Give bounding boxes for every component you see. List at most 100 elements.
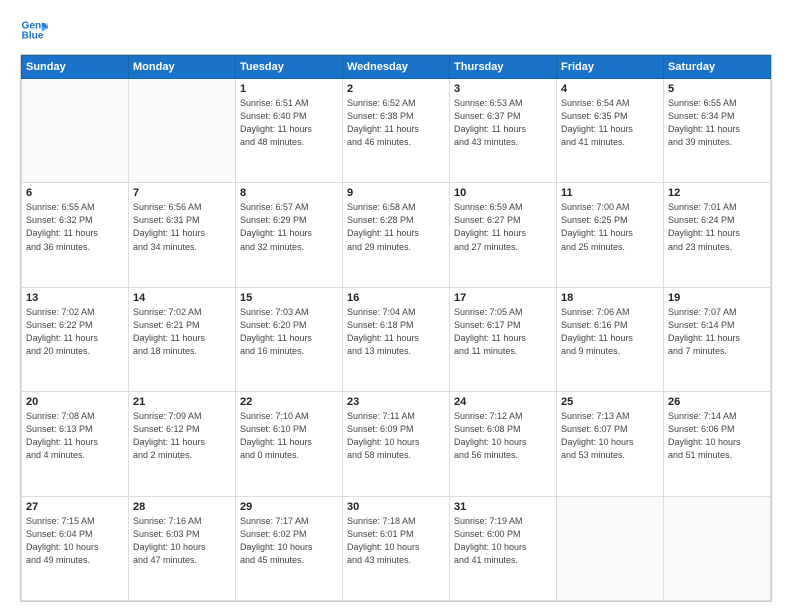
day-info: Sunrise: 6:55 AM Sunset: 6:34 PM Dayligh… <box>668 97 766 149</box>
day-number: 8 <box>240 187 338 199</box>
day-number: 18 <box>561 292 659 304</box>
calendar-cell: 21Sunrise: 7:09 AM Sunset: 6:12 PM Dayli… <box>129 392 236 496</box>
day-number: 31 <box>454 501 552 513</box>
day-number: 4 <box>561 83 659 95</box>
calendar-cell: 22 Sunrise: 7:10 AM Sunset: 6:10 PM Dayli… <box>236 392 343 496</box>
day-info: Sunrise: 7:03 AM Sunset: 6:20 PM Dayligh… <box>240 306 338 358</box>
day-info: Sunrise: 7:17 AM Sunset: 6:02 PM Dayligh… <box>240 515 338 567</box>
day-number: 24 <box>454 396 552 408</box>
day-number: 10 <box>454 187 552 199</box>
day-number: 15 <box>240 292 338 304</box>
day-info: Sunrise: 7:10 AM Sunset: 6:10 PM Dayligh… <box>240 410 338 462</box>
calendar-cell: 26 Sunrise: 7:14 AM Sunset: 6:06 PM Dayli… <box>664 392 771 496</box>
day-number: 30 <box>347 501 445 513</box>
day-number: 1 <box>240 83 338 95</box>
calendar-cell: 15 Sunrise: 7:03 AM Sunset: 6:20 PM Dayli… <box>236 287 343 391</box>
calendar-cell: 28 Sunrise: 7:16 AM Sunset: 6:03 PM Dayli… <box>129 496 236 600</box>
calendar-cell: 31Sunrise: 7:19 AM Sunset: 6:00 PM Dayli… <box>450 496 557 600</box>
calendar-cell: 25Sunrise: 7:13 AM Sunset: 6:07 PM Dayli… <box>557 392 664 496</box>
day-info: Sunrise: 7:16 AM Sunset: 6:03 PM Dayligh… <box>133 515 231 567</box>
calendar-cell: 20 Sunrise: 7:08 AM Sunset: 6:13 PM Dayli… <box>22 392 129 496</box>
day-number: 14 <box>133 292 231 304</box>
calendar-cell: 5 Sunrise: 6:55 AM Sunset: 6:34 PM Daylig… <box>664 79 771 183</box>
day-info: Sunrise: 7:01 AM Sunset: 6:24 PM Dayligh… <box>668 201 766 253</box>
weekday-header-saturday: Saturday <box>664 56 771 79</box>
day-info: Sunrise: 6:58 AM Sunset: 6:28 PM Dayligh… <box>347 201 445 253</box>
calendar-cell <box>22 79 129 183</box>
weekday-header-friday: Friday <box>557 56 664 79</box>
day-info: Sunrise: 6:59 AM Sunset: 6:27 PM Dayligh… <box>454 201 552 253</box>
calendar-week-4: 20 Sunrise: 7:08 AM Sunset: 6:13 PM Dayli… <box>22 392 771 496</box>
calendar-cell: 6 Sunrise: 6:55 AM Sunset: 6:32 PM Daylig… <box>22 183 129 287</box>
weekday-header-monday: Monday <box>129 56 236 79</box>
calendar-cell: 30 Sunrise: 7:18 AM Sunset: 6:01 PM Dayli… <box>343 496 450 600</box>
calendar-cell: 4 Sunrise: 6:54 AM Sunset: 6:35 PM Daylig… <box>557 79 664 183</box>
calendar-cell: 9Sunrise: 6:58 AM Sunset: 6:28 PM Daylig… <box>343 183 450 287</box>
calendar-cell: 3 Sunrise: 6:53 AM Sunset: 6:37 PM Daylig… <box>450 79 557 183</box>
day-info: Sunrise: 7:08 AM Sunset: 6:13 PM Dayligh… <box>26 410 124 462</box>
day-info: Sunrise: 7:15 AM Sunset: 6:04 PM Dayligh… <box>26 515 124 567</box>
day-info: Sunrise: 7:02 AM Sunset: 6:22 PM Dayligh… <box>26 306 124 358</box>
calendar-cell: 11 Sunrise: 7:00 AM Sunset: 6:25 PM Dayli… <box>557 183 664 287</box>
day-info: Sunrise: 7:06 AM Sunset: 6:16 PM Dayligh… <box>561 306 659 358</box>
calendar-cell: 8 Sunrise: 6:57 AM Sunset: 6:29 PM Daylig… <box>236 183 343 287</box>
day-number: 16 <box>347 292 445 304</box>
calendar-week-2: 6 Sunrise: 6:55 AM Sunset: 6:32 PM Daylig… <box>22 183 771 287</box>
day-info: Sunrise: 6:54 AM Sunset: 6:35 PM Dayligh… <box>561 97 659 149</box>
day-info: Sunrise: 7:12 AM Sunset: 6:08 PM Dayligh… <box>454 410 552 462</box>
day-info: Sunrise: 6:52 AM Sunset: 6:38 PM Dayligh… <box>347 97 445 149</box>
day-number: 27 <box>26 501 124 513</box>
day-info: Sunrise: 7:14 AM Sunset: 6:06 PM Dayligh… <box>668 410 766 462</box>
calendar-week-1: 1 Sunrise: 6:51 AM Sunset: 6:40 PM Daylig… <box>22 79 771 183</box>
day-info: Sunrise: 7:11 AM Sunset: 6:09 PM Dayligh… <box>347 410 445 462</box>
day-number: 6 <box>26 187 124 199</box>
calendar-cell: 14 Sunrise: 7:02 AM Sunset: 6:21 PM Dayli… <box>129 287 236 391</box>
day-number: 26 <box>668 396 766 408</box>
calendar-cell: 27 Sunrise: 7:15 AM Sunset: 6:04 PM Dayli… <box>22 496 129 600</box>
day-info: Sunrise: 6:51 AM Sunset: 6:40 PM Dayligh… <box>240 97 338 149</box>
calendar-cell: 2 Sunrise: 6:52 AM Sunset: 6:38 PM Daylig… <box>343 79 450 183</box>
day-number: 28 <box>133 501 231 513</box>
day-number: 21 <box>133 396 231 408</box>
day-number: 2 <box>347 83 445 95</box>
day-info: Sunrise: 7:02 AM Sunset: 6:21 PM Dayligh… <box>133 306 231 358</box>
calendar-cell: 29 Sunrise: 7:17 AM Sunset: 6:02 PM Dayli… <box>236 496 343 600</box>
weekday-header-thursday: Thursday <box>450 56 557 79</box>
day-number: 23 <box>347 396 445 408</box>
day-info: Sunrise: 6:53 AM Sunset: 6:37 PM Dayligh… <box>454 97 552 149</box>
day-number: 29 <box>240 501 338 513</box>
calendar-cell: 10 Sunrise: 6:59 AM Sunset: 6:27 PM Dayli… <box>450 183 557 287</box>
calendar: SundayMondayTuesdayWednesdayThursdayFrid… <box>20 54 772 602</box>
day-number: 3 <box>454 83 552 95</box>
day-info: Sunrise: 7:00 AM Sunset: 6:25 PM Dayligh… <box>561 201 659 253</box>
day-number: 7 <box>133 187 231 199</box>
day-info: Sunrise: 7:18 AM Sunset: 6:01 PM Dayligh… <box>347 515 445 567</box>
day-number: 20 <box>26 396 124 408</box>
day-number: 25 <box>561 396 659 408</box>
day-number: 13 <box>26 292 124 304</box>
calendar-cell: 18 Sunrise: 7:06 AM Sunset: 6:16 PM Dayli… <box>557 287 664 391</box>
logo-icon: General Blue <box>20 16 48 44</box>
day-info: Sunrise: 6:56 AM Sunset: 6:31 PM Dayligh… <box>133 201 231 253</box>
day-info: Sunrise: 6:55 AM Sunset: 6:32 PM Dayligh… <box>26 201 124 253</box>
calendar-week-5: 27 Sunrise: 7:15 AM Sunset: 6:04 PM Dayli… <box>22 496 771 600</box>
day-info: Sunrise: 6:57 AM Sunset: 6:29 PM Dayligh… <box>240 201 338 253</box>
day-number: 17 <box>454 292 552 304</box>
calendar-week-3: 13 Sunrise: 7:02 AM Sunset: 6:22 PM Dayli… <box>22 287 771 391</box>
weekday-header-wednesday: Wednesday <box>343 56 450 79</box>
day-number: 22 <box>240 396 338 408</box>
day-number: 19 <box>668 292 766 304</box>
page: General Blue SundayMondayTuesdayWednesda… <box>0 0 792 612</box>
calendar-cell <box>664 496 771 600</box>
weekday-header-sunday: Sunday <box>22 56 129 79</box>
calendar-cell: 19Sunrise: 7:07 AM Sunset: 6:14 PM Dayli… <box>664 287 771 391</box>
logo: General Blue <box>20 16 48 44</box>
day-info: Sunrise: 7:04 AM Sunset: 6:18 PM Dayligh… <box>347 306 445 358</box>
day-number: 5 <box>668 83 766 95</box>
calendar-cell: 12 Sunrise: 7:01 AM Sunset: 6:24 PM Dayli… <box>664 183 771 287</box>
day-number: 12 <box>668 187 766 199</box>
day-number: 11 <box>561 187 659 199</box>
svg-text:Blue: Blue <box>22 31 44 42</box>
calendar-cell <box>557 496 664 600</box>
day-info: Sunrise: 7:05 AM Sunset: 6:17 PM Dayligh… <box>454 306 552 358</box>
